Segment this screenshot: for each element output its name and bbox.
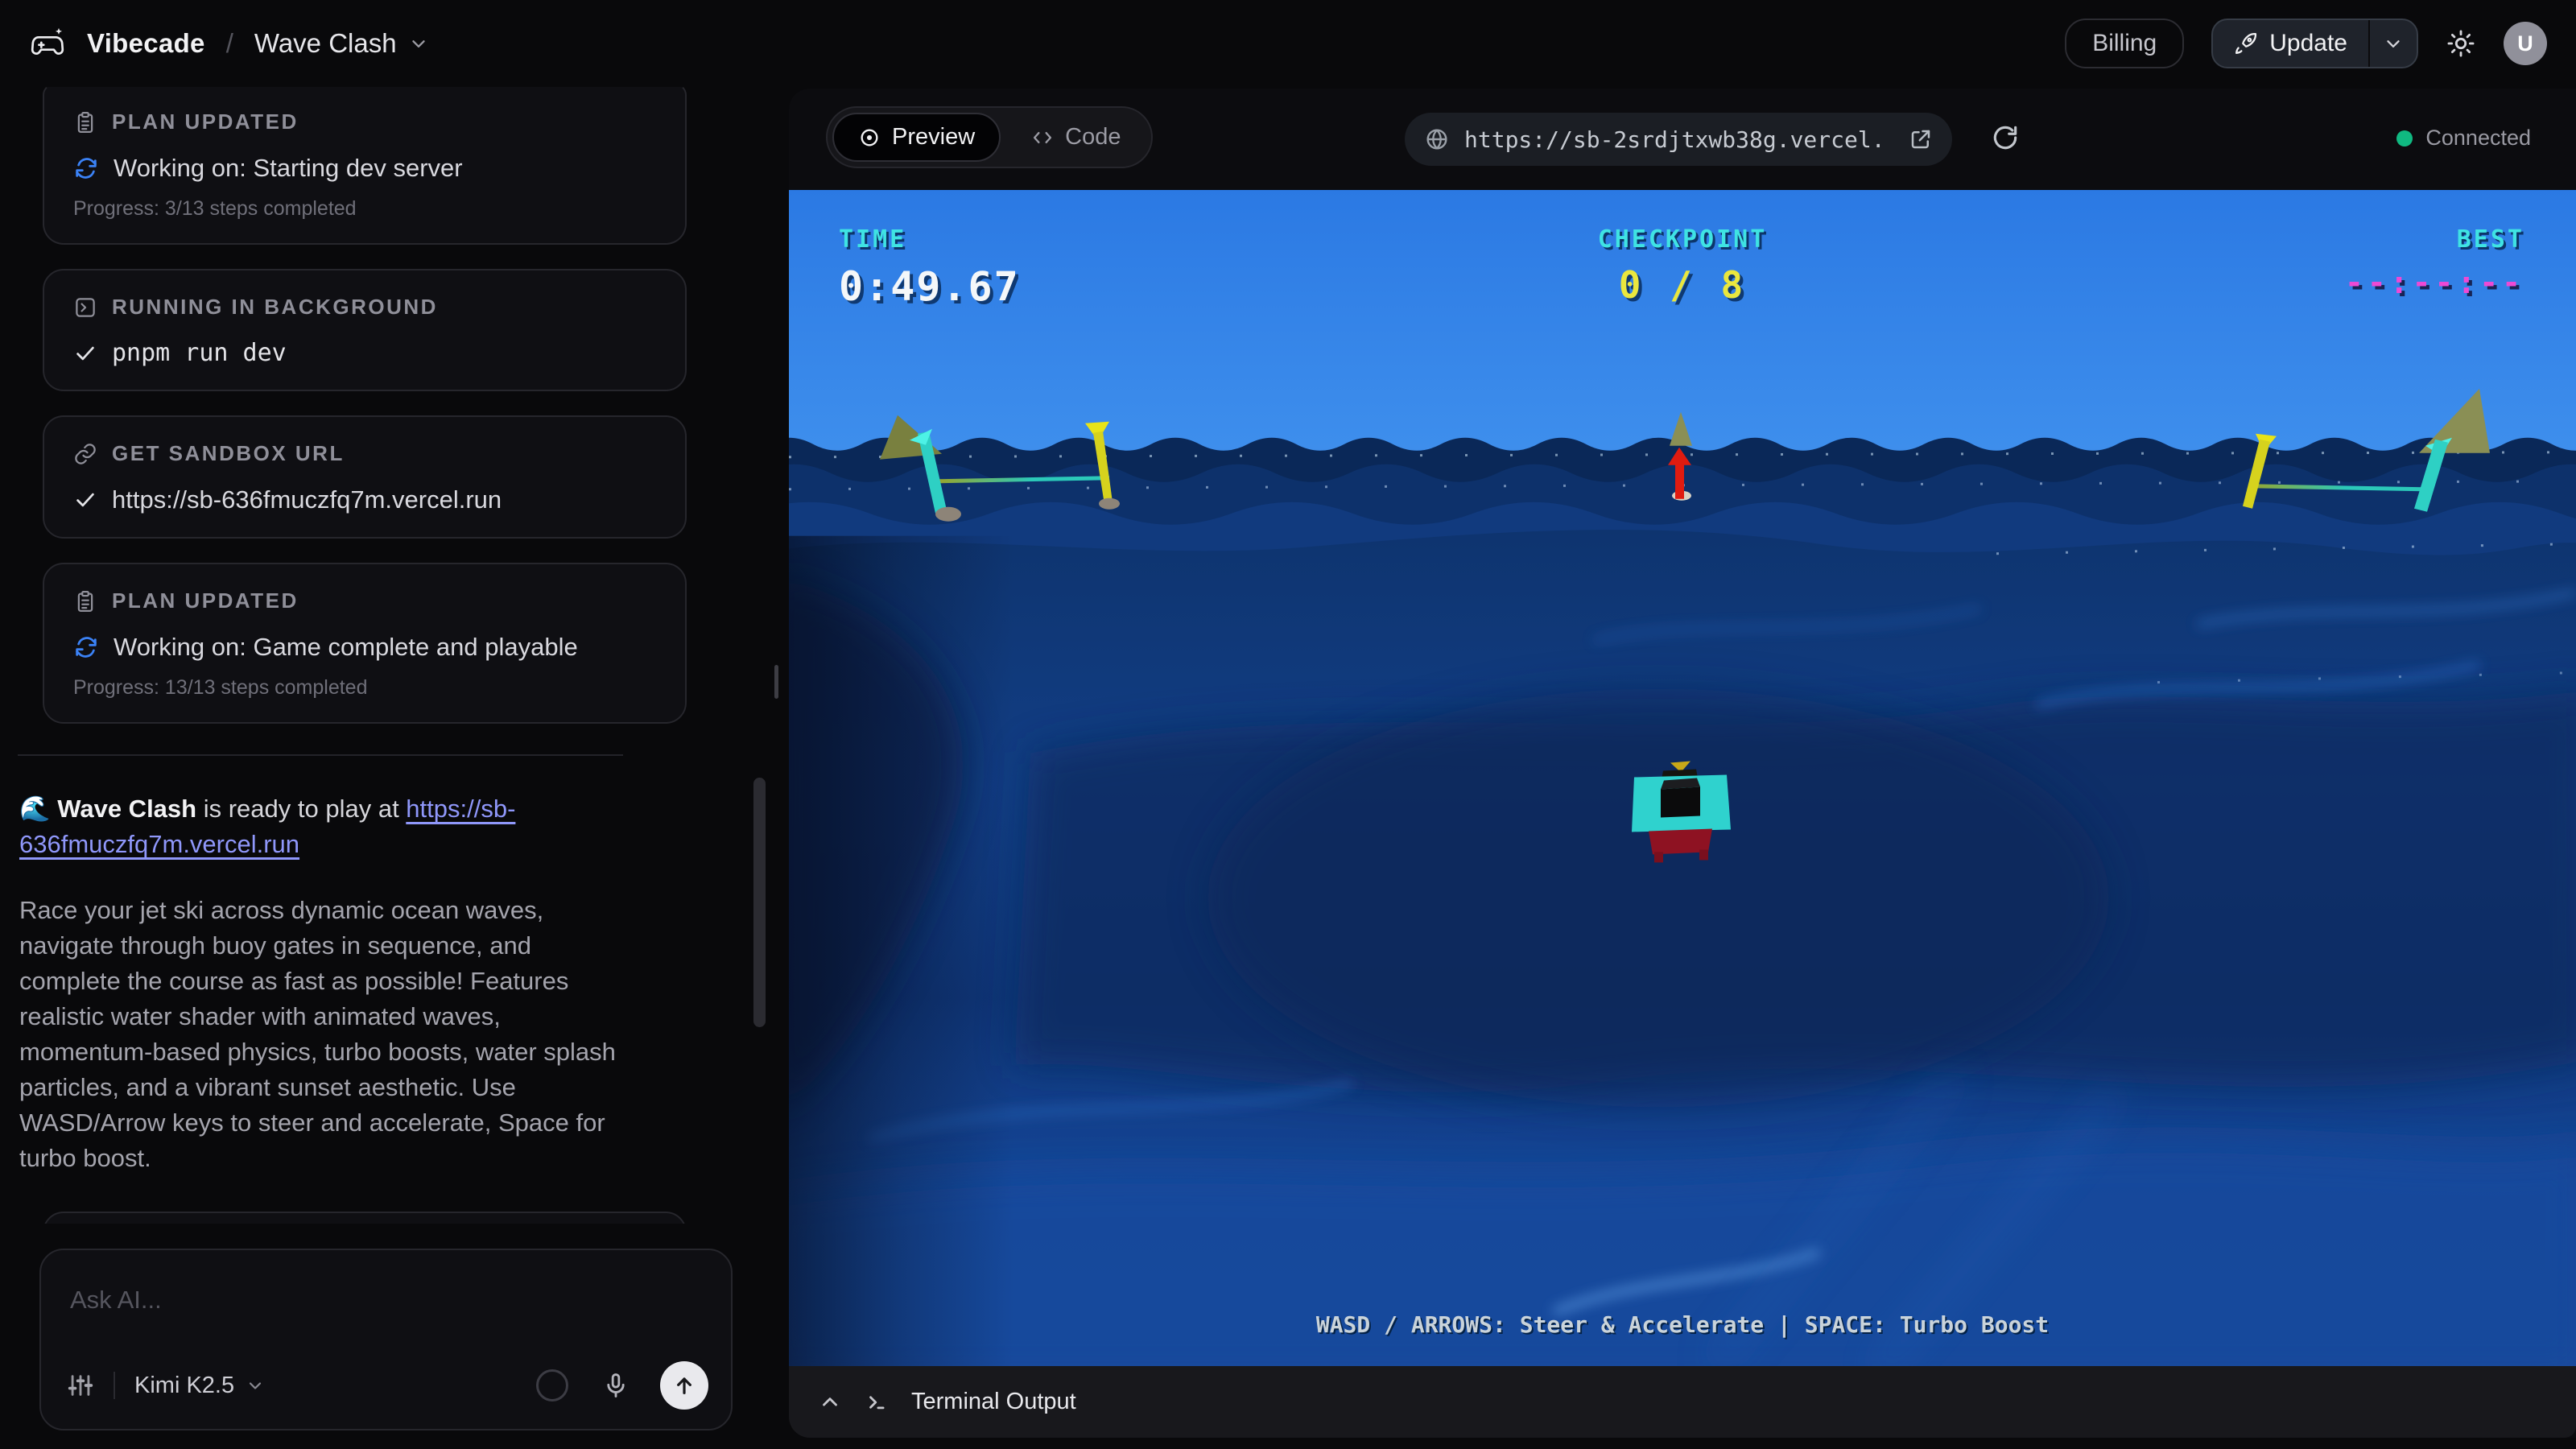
card-title: RUNNING IN BACKGROUND [112,295,438,320]
usage-ring-icon [536,1369,568,1402]
update-split-button: Update [2211,19,2418,68]
status-text: Connected [2425,126,2531,151]
user-avatar[interactable]: U [2504,22,2547,65]
card-title: GET SANDBOX URL [112,441,345,466]
app-header: Vibecade / Wave Clash Billing Update [0,0,2576,87]
reload-icon[interactable] [1990,122,2021,153]
game-name: Wave Clash [57,795,196,823]
project-selector[interactable]: Wave Clash [254,28,429,59]
tab-label: Preview [892,124,975,151]
controls-help-text: WASD / ARROWS: Steer & Accelerate | SPAC… [789,1311,2576,1338]
terminal-prompt-icon [865,1390,889,1414]
game-viewport[interactable]: TIME 0:49.67 CHECKPOINT 0 / 8 BEST --:--… [789,190,2576,1367]
get-sandbox-url-card: GET SANDBOX URL https://sb-636fmuczfq7m.… [43,415,687,539]
connection-status: Connected [2396,126,2531,151]
external-link-icon[interactable] [1909,127,1933,151]
ready-text: is ready to play at [196,795,406,823]
hud-time: TIME 0:49.67 [839,225,1020,310]
chevron-down-icon [408,33,429,54]
activity-scroll-area[interactable]: PLAN UPDATED Working on: Starting dev se… [0,87,761,1224]
check-icon [73,341,97,365]
card-progress: Progress: 3/13 steps completed [73,197,656,221]
check-icon [73,488,97,512]
billing-label: Billing [2092,30,2157,57]
avatar-initial: U [2517,31,2533,56]
best-label: BEST [2345,225,2524,254]
view-mode-switcher: Preview Code [826,106,1153,168]
ocean-scene [789,190,2576,1367]
tab-label: Code [1065,124,1121,151]
mic-icon[interactable] [602,1372,630,1399]
card-body-text: Working on: Game complete and playable [114,633,578,662]
card-title: PLAN UPDATED [112,109,299,134]
update-label: Update [2269,30,2347,57]
chat-input-box[interactable]: Ask AI... Kimi K2.5 [39,1249,733,1430]
card-title: PLAN UPDATED [112,588,299,613]
time-value: 0:49.67 [839,263,1020,310]
wave-emoji: 🌊 [19,795,51,823]
chevron-up-icon[interactable] [818,1390,842,1414]
code-icon [1031,126,1054,149]
send-button[interactable] [660,1361,708,1410]
card-progress: Progress: 13/13 steps completed [73,676,656,700]
checkpoint-label: CHECKPOINT [1598,225,1768,254]
hud-best: BEST --:--:-- [2345,225,2524,300]
sidebar-scrollbar[interactable] [753,778,766,1027]
chevron-down-icon[interactable] [246,1376,265,1395]
assistant-message: 🌊 Wave Clash is ready to play at https:/… [19,791,631,1176]
clipboard-icon [73,589,97,613]
sync-icon [73,155,99,181]
url-text[interactable]: https://sb-2srdjtxwb38g.vercel. [1464,126,1894,153]
plan-updated-card-2: PLAN UPDATED Working on: Game complete a… [43,563,687,724]
rocket-icon [2234,31,2258,56]
game-description: Race your jet ski across dynamic ocean w… [19,893,631,1176]
preview-panel: Preview Code https://sb-2srdjtxwb38g.ver… [789,89,2576,1438]
panel-resize-handle[interactable] [774,665,778,699]
toolbar-divider [114,1372,115,1399]
billing-button[interactable]: Billing [2065,19,2184,68]
gamepad-logo-icon[interactable] [29,25,66,62]
sliders-icon[interactable] [67,1372,94,1399]
best-value: --:--:-- [2345,265,2524,300]
plan-updated-card-1: PLAN UPDATED Working on: Starting dev se… [43,87,687,245]
model-selector[interactable]: Kimi K2.5 [134,1373,234,1399]
terminal-output-bar[interactable]: Terminal Output [789,1366,2576,1438]
card-body-text: pnpm run dev [112,339,287,367]
verification-card: VERIFICATION All checks passed! Build [43,1212,687,1224]
chat-sidebar: PLAN UPDATED Working on: Starting dev se… [0,87,777,1449]
message-divider [18,754,623,756]
theme-toggle-sun-icon[interactable] [2446,28,2476,59]
running-in-background-card: RUNNING IN BACKGROUND pnpm run dev [43,269,687,391]
chat-placeholder: Ask AI... [70,1286,162,1315]
time-label: TIME [839,225,1020,254]
terminal-label: Terminal Output [911,1389,1076,1415]
link-icon [73,442,97,466]
checkpoint-value: 0 / 8 [1598,263,1768,307]
sync-icon [73,634,99,660]
eye-icon [858,126,881,149]
card-body-text: Working on: Starting dev server [114,154,463,183]
breadcrumb-separator: / [226,28,233,59]
clipboard-icon [73,110,97,134]
globe-icon [1424,126,1450,152]
update-button[interactable]: Update [2213,20,2368,67]
project-name: Wave Clash [254,28,397,59]
sandbox-url-text[interactable]: https://sb-636fmuczfq7m.vercel.run [112,485,502,514]
tab-code[interactable]: Code [1005,113,1146,162]
url-bar[interactable]: https://sb-2srdjtxwb38g.vercel. [1405,113,1952,166]
brand-name[interactable]: Vibecade [87,28,205,59]
preview-topbar: Preview Code https://sb-2srdjtxwb38g.ver… [789,89,2576,190]
update-dropdown-button[interactable] [2370,20,2417,67]
hud-checkpoint: CHECKPOINT 0 / 8 [1598,225,1768,307]
tab-preview[interactable]: Preview [832,113,1001,162]
status-dot [2396,130,2413,147]
terminal-icon [73,295,97,320]
